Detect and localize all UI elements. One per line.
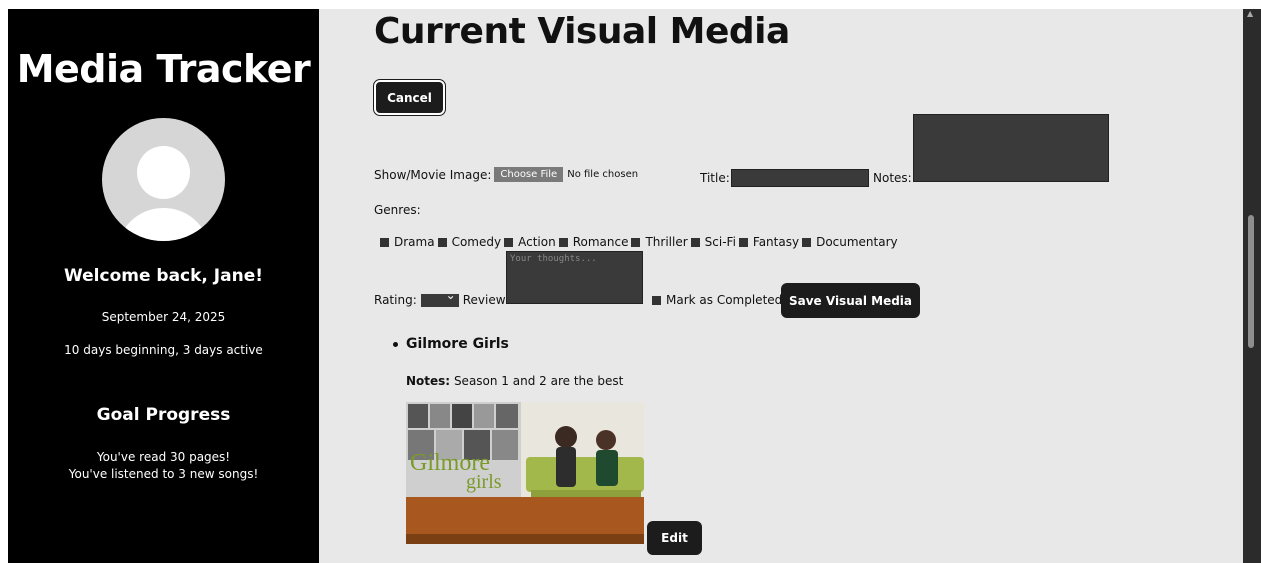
genre-checkbox-action[interactable] [504,237,514,247]
notes-label: Notes: [873,171,912,185]
genre-label: Comedy [451,235,502,249]
genre-checkbox-drama[interactable] [380,237,389,247]
edit-button[interactable]: Edit [647,521,702,555]
image-upload-row: Show/Movie Image: Choose File No file ch… [374,167,638,182]
avatar [102,118,225,241]
sidebar: Media Tracker Welcome back, Jane! Septem… [8,9,319,563]
media-notes-text: Season 1 and 2 are the best [453,374,624,388]
review-label: Review: [462,293,509,307]
genre-checkbox-comedy[interactable] [437,237,447,247]
genre-label: Thriller [645,235,688,249]
choose-file-button[interactable]: Choose File [494,167,564,182]
rating-row: Rating: Review: [374,288,509,308]
title-label: Title: [700,171,730,185]
genre-checkbox-documentary[interactable] [802,237,812,247]
genre-label: Fantasy [752,235,800,249]
review-textarea[interactable]: Your thoughts... [506,251,643,304]
cancel-button[interactable]: Cancel [373,79,446,116]
genre-checkbox-fantasy[interactable] [738,237,748,247]
page-title: Current Visual Media [374,11,790,52]
avatar-body-shape [117,208,210,241]
genre-checkbox-romance[interactable] [558,237,568,247]
genre-label: Sci-Fi [704,235,736,249]
goal-item: You've read 30 pages! [96,450,231,464]
avatar-head-shape [137,146,190,199]
scroll-thumb[interactable] [1248,215,1254,348]
media-notes-label: Notes: [406,374,451,388]
mark-completed-label: Mark as Completed [666,293,783,307]
goal-item: You've listened to 3 new songs! [68,467,259,481]
goal-progress-title: Goal Progress [96,405,231,425]
notes-textarea[interactable] [913,114,1109,182]
genre-checkbox-thriller[interactable] [631,237,641,247]
image-label: Show/Movie Image: [374,167,492,182]
welcome-message: Welcome back, Jane! [63,266,263,286]
streak-text: 10 days beginning, 3 days active [64,343,263,357]
genres-checkbox-row: Drama Comedy Action Romance Thriller Sci… [377,235,898,249]
genre-label: Romance [572,235,629,249]
no-file-text: No file chosen [567,169,639,180]
save-visual-media-button[interactable]: Save Visual Media [781,283,920,318]
genre-checkbox-scifi[interactable] [690,237,700,247]
mark-completed-checkbox[interactable] [652,295,661,305]
svg-text:girls: girls [466,471,502,493]
scrollbar[interactable]: ▲ [1243,9,1261,563]
rating-select[interactable] [420,288,459,307]
genre-label: Drama [394,235,435,249]
current-date: September 24, 2025 [101,310,226,324]
goal-list: You've read 30 pages! You've listened to… [8,449,319,483]
main-content: Current Visual Media Cancel Show/Movie I… [319,9,1243,563]
media-notes: Notes: Season 1 and 2 are the best [406,374,623,388]
title-input[interactable] [731,169,869,187]
genres-label: Genres: [374,203,421,217]
mark-completed-row: Mark as Completed [649,293,782,307]
scroll-up-arrow-icon[interactable]: ▲ [1247,9,1253,18]
media-item-title: Gilmore Girls [393,336,509,352]
app-title: Media Tracker [16,47,311,91]
rating-label: Rating: [374,293,417,307]
genre-label: Documentary [816,235,898,249]
media-title: Gilmore Girls [406,336,509,352]
genre-label: Action [518,235,556,249]
media-poster-image: Gilmore girls [406,402,644,544]
bullet [393,341,398,347]
